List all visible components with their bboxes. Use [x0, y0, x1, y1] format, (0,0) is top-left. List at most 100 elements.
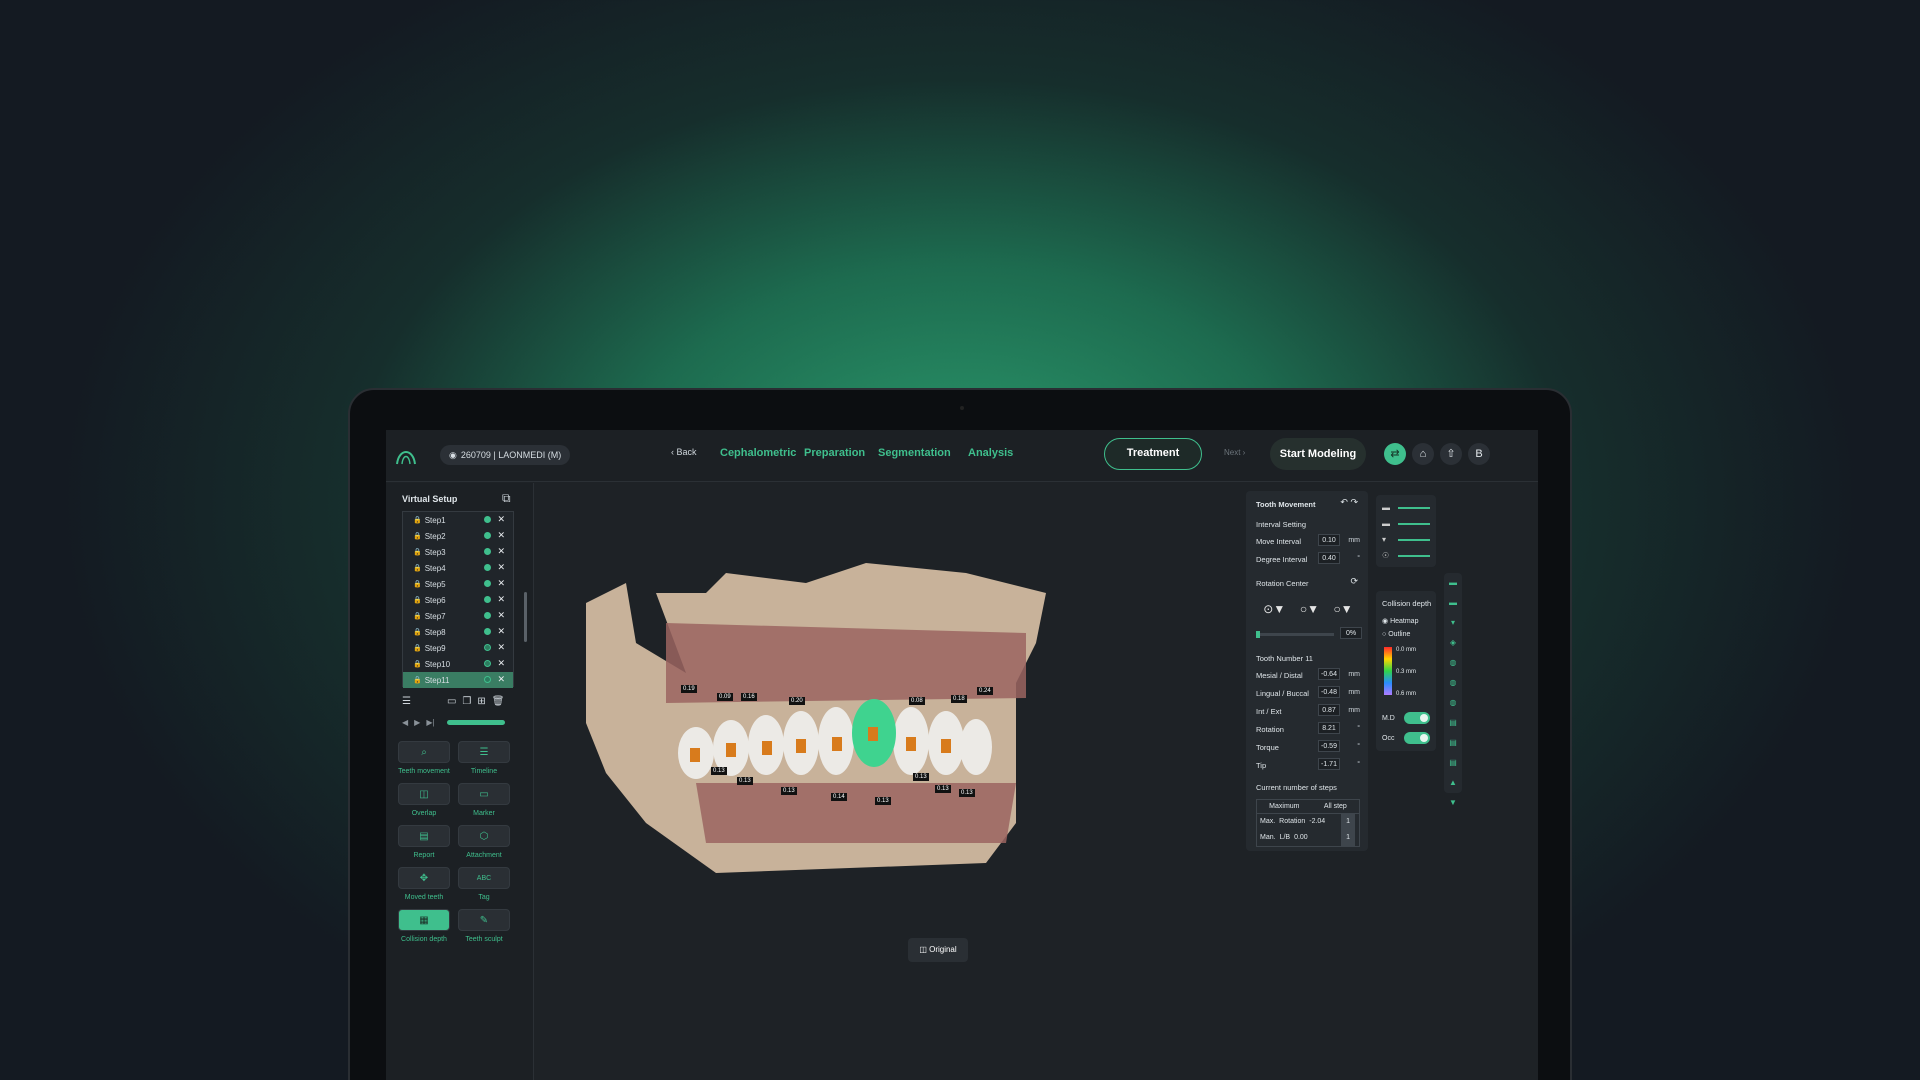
- close-icon[interactable]: ✕: [497, 514, 505, 525]
- heatmap-radio[interactable]: ◉ Heatmap: [1382, 617, 1418, 625]
- tooth-crown-icon[interactable]: ○▼: [1334, 602, 1353, 616]
- delete-icon[interactable]: 🗑: [492, 696, 505, 707]
- tab-treatment[interactable]: Treatment: [1104, 438, 1202, 470]
- move-interval-input[interactable]: 0.10: [1318, 534, 1340, 546]
- user-avatar[interactable]: B: [1468, 443, 1490, 465]
- upper-jaw-slider[interactable]: [1398, 507, 1430, 509]
- reset-icon[interactable]: ⟳: [1350, 576, 1358, 587]
- close-icon[interactable]: ✕: [497, 562, 505, 573]
- tool-marker[interactable]: ▭ Marker: [458, 783, 510, 817]
- tool-timeline[interactable]: ☰ Timeline: [458, 741, 510, 775]
- visible-icon[interactable]: [484, 596, 491, 603]
- tool-tag[interactable]: ABC Tag: [458, 867, 510, 901]
- rotation-center-slider[interactable]: [1256, 631, 1334, 638]
- step-item[interactable]: 🔒 Step9 ✕: [403, 640, 513, 656]
- step-item[interactable]: 🔒 Step8 ✕: [403, 624, 513, 640]
- param-input[interactable]: 0.87: [1318, 704, 1340, 716]
- param-input[interactable]: -0.64: [1318, 668, 1340, 680]
- tool-overlap[interactable]: ◫ Overlap: [398, 783, 450, 817]
- close-icon[interactable]: ✕: [497, 642, 505, 653]
- close-icon[interactable]: ✕: [497, 578, 505, 589]
- visible-icon[interactable]: [484, 548, 491, 555]
- gum-slider[interactable]: [1398, 539, 1430, 541]
- insert-icon[interactable]: ⊞: [477, 696, 485, 707]
- row-step[interactable]: 1: [1341, 814, 1355, 830]
- folder-icon[interactable]: ▭: [447, 696, 456, 707]
- half-visible-icon[interactable]: [484, 676, 491, 683]
- half-visible-icon[interactable]: [484, 644, 491, 651]
- tab-analysis[interactable]: Analysis: [968, 447, 1013, 459]
- visible-icon[interactable]: [484, 612, 491, 619]
- copy-icon[interactable]: ❐: [462, 696, 471, 707]
- rotation-center-options: ⊙▼ ○▼ ○▼: [1256, 595, 1360, 623]
- tool-moved-teeth[interactable]: ✥ Moved teeth: [398, 867, 450, 901]
- step-item[interactable]: 🔒 Step2 ✕: [403, 528, 513, 544]
- close-icon[interactable]: ✕: [497, 546, 505, 557]
- tool-attachment[interactable]: ⬡ Attachment: [458, 825, 510, 859]
- start-modeling-button[interactable]: Start Modeling: [1270, 438, 1366, 470]
- step-item[interactable]: 🔒 Step1 ✕: [403, 512, 513, 528]
- step-item[interactable]: 🔒 Step4 ✕: [403, 560, 513, 576]
- skull-slider[interactable]: [1398, 555, 1430, 557]
- step-item[interactable]: 🔒 Step3 ✕: [403, 544, 513, 560]
- tool-report[interactable]: ▤ Report: [398, 825, 450, 859]
- step-item[interactable]: 🔒 Step5 ✕: [403, 576, 513, 592]
- close-icon[interactable]: ✕: [497, 626, 505, 637]
- home-icon[interactable]: ⌂: [1412, 443, 1434, 465]
- param-input[interactable]: -0.48: [1318, 686, 1340, 698]
- param-input[interactable]: -0.59: [1318, 740, 1340, 752]
- tool-collision-depth[interactable]: ▦ Collision depth: [398, 909, 450, 943]
- tab-preparation[interactable]: Preparation: [804, 447, 865, 459]
- step-item-selected[interactable]: 🔒 Step11 ✕: [403, 672, 513, 688]
- back-button[interactable]: ‹ Back: [671, 447, 697, 457]
- rewind-icon[interactable]: ◀: [402, 718, 408, 727]
- redo-icon[interactable]: ↷: [1350, 497, 1358, 507]
- jaw-model[interactable]: [566, 523, 1066, 883]
- param-input[interactable]: 8.21: [1318, 722, 1340, 734]
- occ-toggle[interactable]: [1404, 732, 1430, 744]
- md-toggle[interactable]: [1404, 712, 1430, 724]
- tool-teeth-sculpt[interactable]: ✎ Teeth sculpt: [458, 909, 510, 943]
- close-icon[interactable]: ✕: [497, 530, 505, 541]
- step-item[interactable]: 🔒 Step7 ✕: [403, 608, 513, 624]
- tab-cephalometric[interactable]: Cephalometric: [720, 447, 796, 459]
- view-icons[interactable]: ▬ ▬ ▾ ◈ ◍ ◍ ◍ ▤ ▤ ▤ ▲ ▼: [1444, 573, 1462, 813]
- close-icon[interactable]: ✕: [497, 674, 505, 685]
- unit-label: °: [1357, 555, 1360, 562]
- degree-interval-input[interactable]: 0.40: [1318, 552, 1340, 564]
- row-step[interactable]: 1: [1341, 830, 1355, 846]
- visible-icon[interactable]: [484, 564, 491, 571]
- percent-input[interactable]: 0%: [1340, 627, 1362, 639]
- tool-label: Timeline: [470, 768, 498, 775]
- step-item[interactable]: 🔒 Step6 ✕: [403, 592, 513, 608]
- upload-icon[interactable]: ⇧: [1440, 443, 1462, 465]
- swap-icon[interactable]: ⇄: [1384, 443, 1406, 465]
- original-toggle-button[interactable]: ◫ Original: [908, 938, 968, 962]
- step-list-scrollbar[interactable]: [524, 592, 527, 642]
- half-visible-icon[interactable]: [484, 660, 491, 667]
- list-icon[interactable]: ☰: [402, 696, 411, 707]
- undo-icon[interactable]: ↶: [1340, 497, 1348, 507]
- tool-teeth-movement[interactable]: ⌕ Teeth movement: [398, 741, 450, 775]
- forward-icon[interactable]: ▶|: [426, 718, 434, 727]
- tooth-root-icon[interactable]: ⊙▼: [1263, 602, 1285, 616]
- step-item[interactable]: 🔒 Step10 ✕: [403, 656, 513, 672]
- visible-icon[interactable]: [484, 628, 491, 635]
- next-button[interactable]: Next ›: [1224, 448, 1245, 457]
- open-external-icon[interactable]: ⧉: [502, 491, 511, 506]
- visible-icon[interactable]: [484, 580, 491, 587]
- visible-icon[interactable]: [484, 532, 491, 539]
- 3d-viewport[interactable]: 0.19 0.09 0.16 0.20 0.08 0.18 0.24 0.13 …: [536, 483, 1538, 1080]
- outline-radio[interactable]: ○ Outline: [1382, 631, 1410, 638]
- tooth-center-icon[interactable]: ○▼: [1300, 602, 1319, 616]
- close-icon[interactable]: ✕: [497, 594, 505, 605]
- visible-icon[interactable]: [484, 516, 491, 523]
- param-input[interactable]: -1.71: [1318, 758, 1340, 770]
- play-icon[interactable]: ▶: [414, 718, 420, 727]
- close-icon[interactable]: ✕: [497, 658, 505, 669]
- close-icon[interactable]: ✕: [497, 610, 505, 621]
- tab-segmentation[interactable]: Segmentation: [878, 447, 951, 459]
- patient-chip[interactable]: ◉ 260709 | LAONMEDI (M): [440, 445, 571, 465]
- playback-slider[interactable]: [446, 719, 505, 725]
- lower-jaw-slider[interactable]: [1398, 523, 1430, 525]
